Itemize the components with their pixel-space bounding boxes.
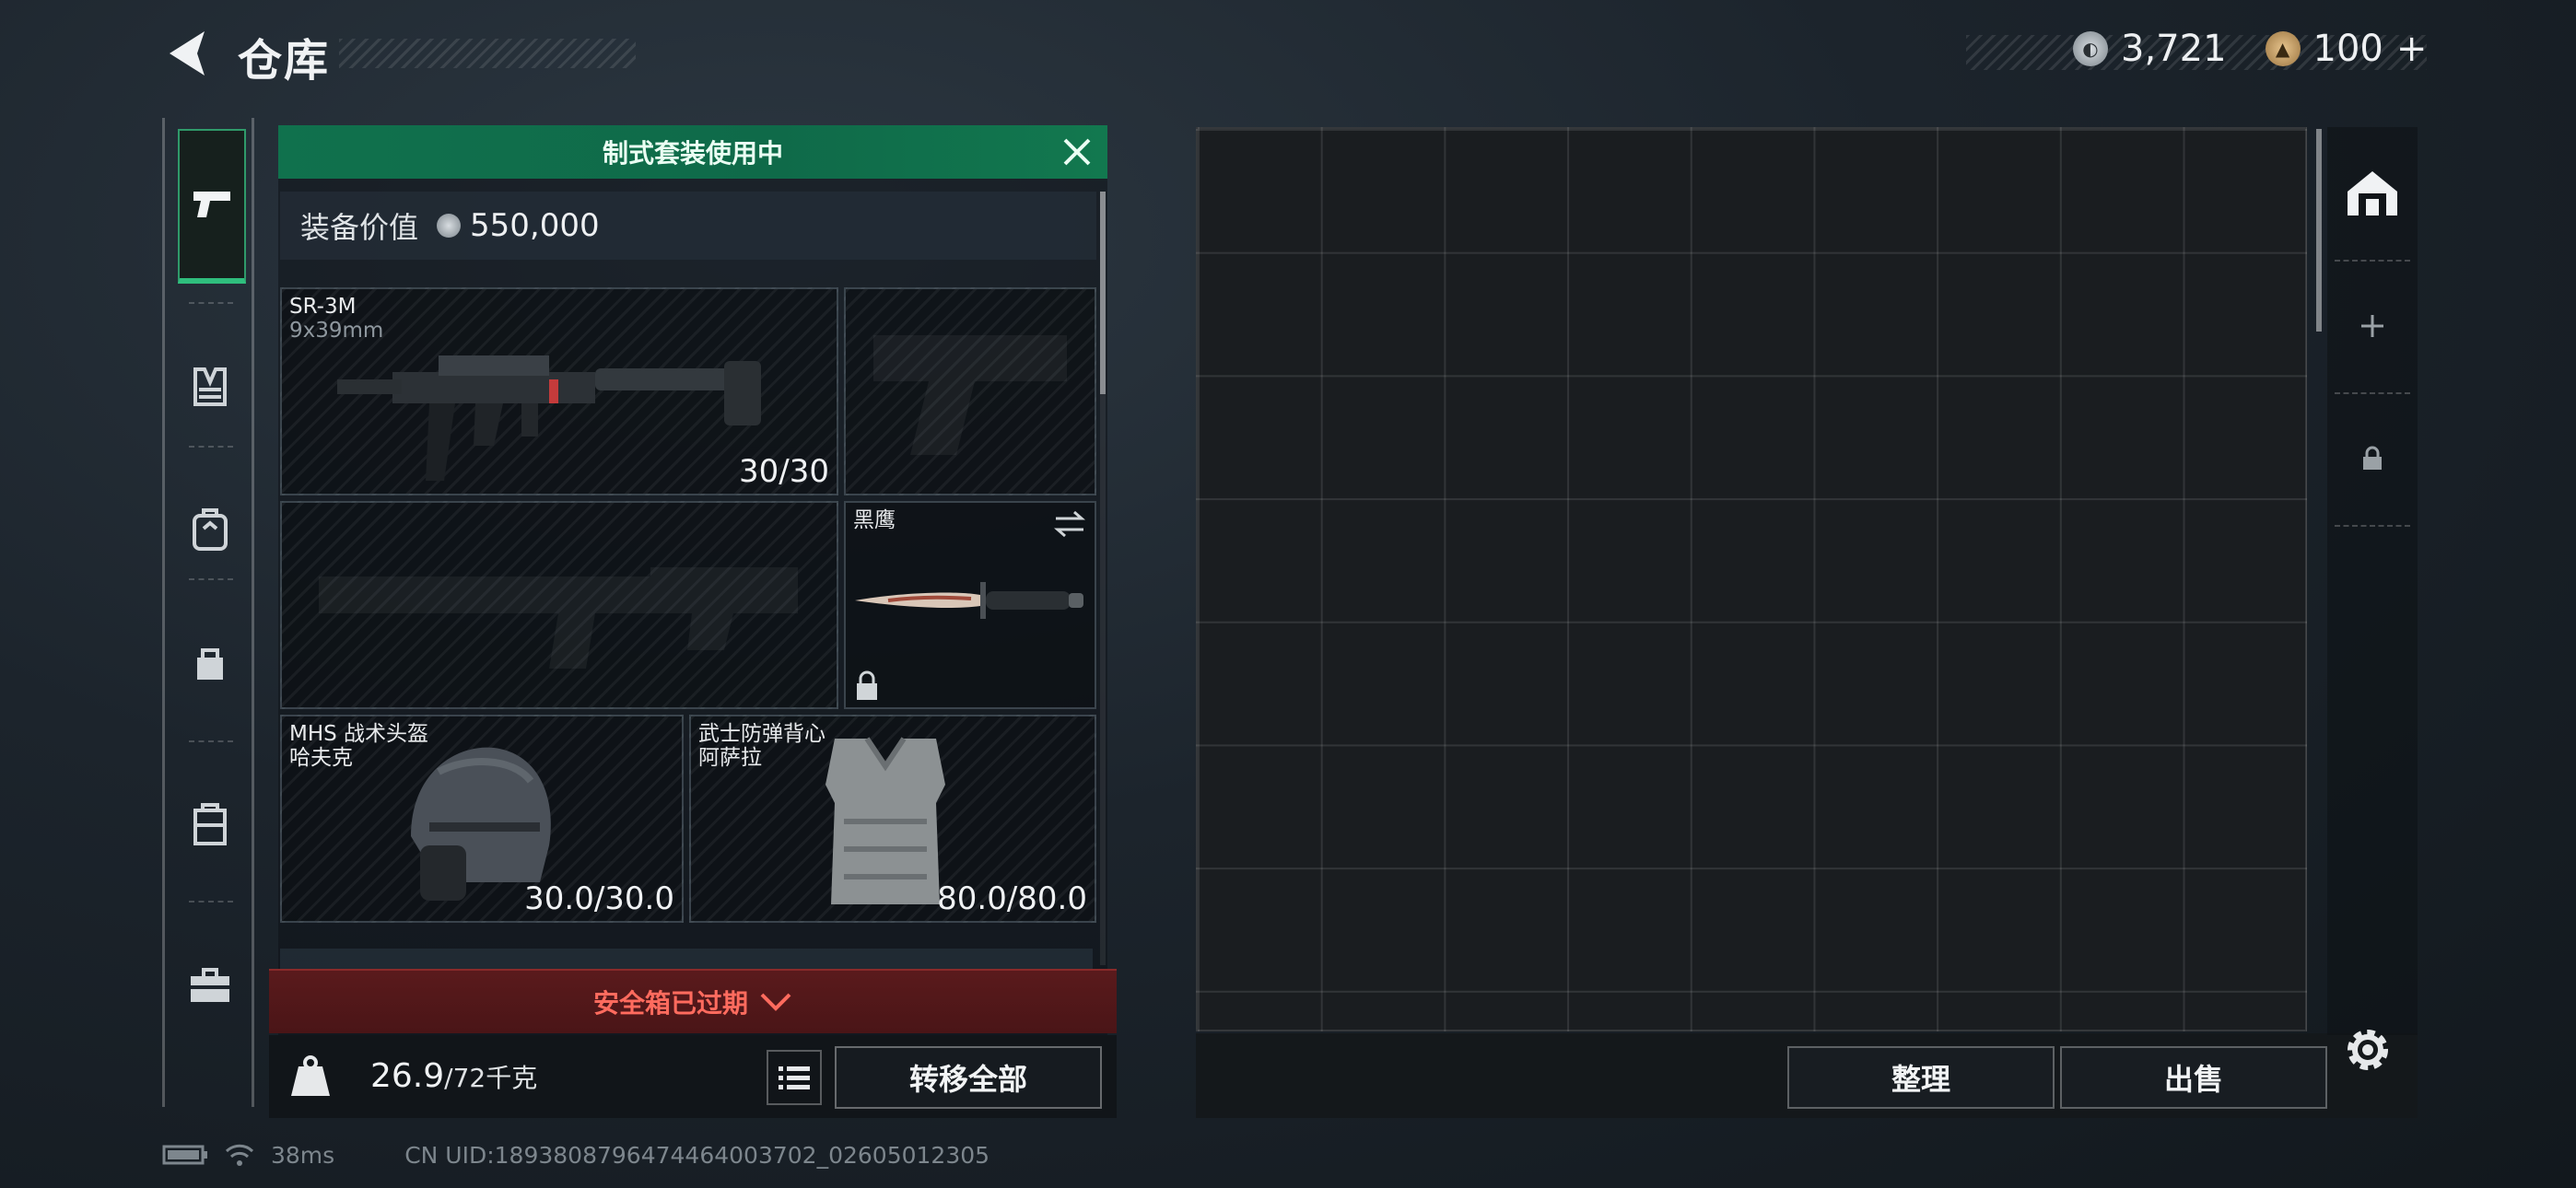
storage-tab-main[interactable] [2327, 129, 2418, 258]
pistol-silhouette-icon [873, 335, 1067, 455]
helmet-durability: 30.0/30.0 [524, 880, 674, 917]
storage-tab-locked[interactable] [2327, 394, 2418, 523]
back-button[interactable] [164, 28, 210, 79]
pouch-icon [197, 648, 223, 680]
lock-icon [2363, 446, 2382, 470]
sidearm-slot[interactable] [844, 287, 1096, 495]
toolbox-icon [191, 968, 229, 1002]
rifle-silhouette-icon [319, 567, 798, 669]
equipment-value-label: 装备价值 [300, 210, 419, 245]
list-view-button[interactable] [767, 1050, 822, 1105]
swap-icon[interactable] [1052, 508, 1087, 540]
storage-scrollbar[interactable] [2316, 129, 2322, 332]
storage-footer: 整理 出售 [1196, 1033, 2418, 1118]
case-icon [193, 803, 227, 845]
equipment-category-nav [162, 118, 254, 1107]
weight-bar: 26.9/72千克 转移全部 [269, 1035, 1117, 1118]
storage-tabs-rail [2327, 127, 2418, 1035]
kit-banner: 制式套装使用中 [278, 125, 1107, 179]
armor-name: 武士防弹背心 [698, 722, 825, 746]
kit-banner-text: 制式套装使用中 [602, 138, 783, 169]
safebox-expired-banner[interactable]: 安全箱已过期 [269, 969, 1117, 1033]
max-weight: /72千克 [444, 1063, 538, 1093]
ammo-count: 30/30 [739, 453, 829, 490]
uid-text: CN UID:1893808796474464003702_0260501230… [404, 1141, 990, 1169]
loadout-scrollbar[interactable] [1100, 192, 1106, 394]
close-kit-button[interactable] [1058, 133, 1096, 171]
currency-group: ◐ 3,721 ▲ 100 + [2073, 28, 2427, 70]
armor-durability: 80.0/80.0 [937, 880, 1087, 917]
knife-icon [855, 582, 1083, 619]
wifi-icon [225, 1144, 254, 1166]
helmet-slot[interactable]: MHS 战术头盔 哈夫克 30.0/30.0 [280, 715, 684, 923]
page-title: 仓库 [238, 35, 331, 87]
chevron-down-icon [760, 993, 791, 1011]
list-icon [779, 1066, 810, 1089]
storage-home-icon [2348, 171, 2397, 215]
storage-grid[interactable] [1196, 127, 2307, 1031]
nav-backpack[interactable] [178, 457, 242, 604]
gold-token-icon: ▲ [2265, 31, 2301, 66]
safebox-status-text: 安全箱已过期 [592, 988, 748, 1019]
add-currency-button[interactable]: + [2396, 28, 2428, 70]
lock-icon [857, 670, 877, 700]
sell-button[interactable]: 出售 [2060, 1046, 2327, 1109]
weight-kg-icon [291, 1055, 330, 1096]
nav-case[interactable] [178, 751, 242, 899]
melee-slot[interactable]: 黑鹰 [844, 501, 1096, 709]
chest-rig-icon [193, 367, 227, 406]
gear-icon [2348, 1030, 2388, 1070]
secondary-weapon-slot[interactable] [280, 501, 838, 709]
back-arrow-icon [170, 31, 205, 76]
equipment-value-row: 装备价值 550,000 [280, 192, 1096, 260]
backpack-icon [193, 508, 228, 551]
silver-coin-icon: ◐ [2073, 31, 2108, 66]
equipment-value-amount: 550,000 [470, 207, 600, 244]
primary-weapon-slot[interactable]: SR-3M 9x39mm 30/30 [280, 287, 838, 495]
storage-tab-add[interactable] [2327, 262, 2418, 390]
transfer-all-button[interactable]: 转移全部 [835, 1046, 1102, 1109]
nav-pouch[interactable] [178, 589, 242, 737]
silver-coin-icon [437, 214, 462, 238]
melee-name: 黑鹰 [853, 508, 896, 532]
add-tab-icon [2361, 315, 2383, 337]
ping-text: 38ms [271, 1141, 335, 1169]
nav-toolbox[interactable] [178, 912, 242, 1059]
armor-slot[interactable]: 武士防弹背心 阿萨拉 80.0/80.0 [689, 715, 1096, 923]
battery-icon [162, 1145, 207, 1165]
nav-chest-rig[interactable] [178, 313, 242, 460]
vest-icon [825, 737, 945, 904]
rifle-icon [337, 355, 761, 481]
gold-token-amount: 100 [2313, 28, 2383, 70]
close-icon [1063, 138, 1091, 166]
silver-coin-amount: 3,721 [2121, 28, 2227, 70]
title-decoration [339, 39, 636, 68]
status-bar: 38ms CN UID:1893808796474464003702_02605… [162, 1136, 989, 1173]
nav-weapons[interactable] [178, 129, 246, 284]
pistol-icon [193, 192, 230, 217]
current-weight: 26.9 [370, 1057, 445, 1095]
sort-button[interactable]: 整理 [1787, 1046, 2055, 1109]
armor-brand: 阿萨拉 [698, 746, 762, 770]
settings-button[interactable] [2340, 1022, 2395, 1077]
